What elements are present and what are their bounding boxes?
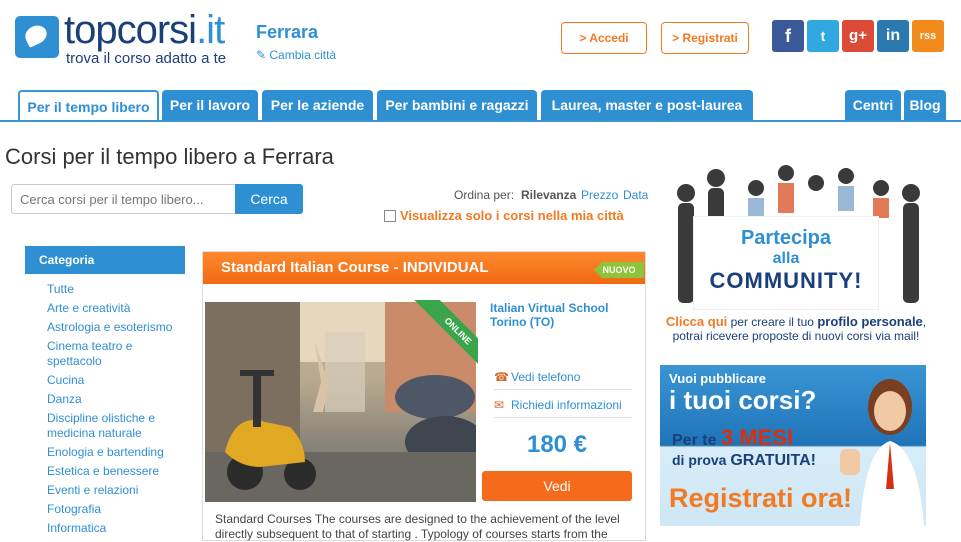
logo-icon[interactable] <box>15 16 59 58</box>
community-cta[interactable]: Clicca qui per creare il tuo profilo per… <box>656 314 936 344</box>
tab-underline <box>0 120 961 122</box>
tab-blog[interactable]: Blog <box>904 90 946 120</box>
category-item[interactable]: Cucina <box>47 373 187 388</box>
rss-icon[interactable]: rss <box>912 20 944 52</box>
course-title[interactable]: Standard Italian Course - INDIVIDUAL <box>203 252 645 284</box>
category-item[interactable]: Eventi e relazioni <box>47 483 187 498</box>
phone-icon: ☎ <box>494 370 509 384</box>
city-only-toggle[interactable]: Visualizza solo i corsi nella mia città <box>384 208 624 223</box>
online-label: ONLINE <box>412 300 478 370</box>
category-item[interactable]: Fotografia <box>47 502 187 517</box>
linkedin-icon[interactable]: in <box>877 20 909 52</box>
tab-tempo-libero[interactable]: Per il tempo libero <box>18 90 159 122</box>
facebook-icon[interactable]: f <box>772 20 804 52</box>
promo-line5: Registrati ora! <box>669 483 853 513</box>
category-item[interactable]: Danza <box>47 392 187 407</box>
mail-icon: ✉ <box>494 398 505 412</box>
category-item[interactable]: Cinema teatro e spettacolo <box>47 339 187 369</box>
info-label: Richiedi informazioni <box>511 398 622 412</box>
page-title: Corsi per il tempo libero a Ferrara <box>5 144 334 169</box>
current-city: Ferrara <box>256 22 319 42</box>
phone-link[interactable]: ☎ Vedi telefono <box>494 364 632 390</box>
category-item[interactable]: Discipline olistiche e medicina naturale <box>47 411 187 441</box>
promo-line4: di prova <box>672 452 727 468</box>
category-item[interactable]: Enologia e bartending <box>47 445 187 460</box>
logo-main-text: topcorsi <box>64 8 197 52</box>
category-item[interactable]: Astrologia e esoterismo <box>47 320 187 335</box>
promo-line2: i tuoi corsi? <box>669 385 817 415</box>
community-line2: alla <box>772 250 800 267</box>
community-line1: Partecipa <box>740 227 832 249</box>
site-logo[interactable]: topcorsi.it <box>64 8 225 53</box>
info-link[interactable]: ✉ Richiedi informazioni <box>494 392 632 418</box>
woman-thumbs-up-illustration <box>840 379 924 526</box>
promo-line1: Vuoi pubblicare <box>669 371 767 386</box>
promo-line4b: GRATUITA! <box>730 452 816 469</box>
community-line3: COMMUNITY! <box>709 268 863 293</box>
sort-date[interactable]: Data <box>623 188 648 202</box>
tab-bambini[interactable]: Per bambini e ragazzi <box>377 90 537 120</box>
category-item[interactable]: Arte e creatività <box>47 301 187 316</box>
login-button[interactable]: > Accedi <box>561 22 647 54</box>
checkbox[interactable] <box>384 210 396 222</box>
community-cta-text: per creare il tuo <box>730 315 814 329</box>
change-city-link[interactable]: ✎ Cambia città <box>256 48 336 62</box>
course-price: 180 € <box>526 431 588 458</box>
category-item[interactable]: Estetica e benessere <box>47 464 187 479</box>
city-only-label: Visualizza solo i corsi nella mia città <box>400 208 624 223</box>
register-button[interactable]: > Registrati <box>661 22 749 54</box>
twitter-icon[interactable]: t <box>807 20 839 52</box>
tab-aziende[interactable]: Per le aziende <box>262 90 373 120</box>
new-badge: NUOVO <box>594 262 644 278</box>
category-item[interactable]: Tutte <box>47 282 187 297</box>
google-plus-icon[interactable]: g+ <box>842 20 874 52</box>
promo-banner[interactable]: Vuoi pubblicare i tuoi corsi? Per te 3 M… <box>660 365 926 526</box>
category-item[interactable]: Informatica <box>47 521 187 536</box>
category-heading: Categoria <box>25 246 185 274</box>
community-cta-link[interactable]: Clicca qui <box>666 314 727 329</box>
search-button[interactable]: Cerca <box>235 184 303 214</box>
tab-lavoro[interactable]: Per il lavoro <box>162 90 258 120</box>
sort-label: Ordina per: <box>454 188 515 202</box>
school-name[interactable]: Italian Virtual School Torino (TO) <box>490 301 640 329</box>
change-city-label: Cambia città <box>269 48 337 62</box>
search-input[interactable] <box>11 184 236 214</box>
promo-line3: Per te <box>672 432 717 449</box>
community-cta-bold: profilo personale <box>817 314 923 329</box>
community-panel[interactable]: Partecipa alla COMMUNITY! <box>693 216 879 310</box>
category-list: Tutte Arte e creatività Astrologia e eso… <box>47 282 187 540</box>
view-course-button[interactable]: Vedi <box>482 471 632 501</box>
logo-tagline: trova il corso adatto a te <box>66 50 227 67</box>
sort-relevance[interactable]: Rilevanza <box>521 188 576 202</box>
sort-price[interactable]: Prezzo <box>581 188 618 202</box>
school-label: Italian Virtual School <box>490 301 609 315</box>
edit-icon: ✎ <box>256 48 270 62</box>
promo-line3b: 3 MESI <box>720 425 794 450</box>
tab-centri[interactable]: Centri <box>845 90 901 120</box>
online-ribbon: ONLINE <box>408 300 478 370</box>
phone-label: Vedi telefono <box>511 370 581 384</box>
community-cta-text2: potrai ricevere proposte di nuovi corsi … <box>672 329 920 343</box>
tab-laurea[interactable]: Laurea, master e post-laurea <box>541 90 753 120</box>
logo-suffix: .it <box>196 8 225 52</box>
school-location: Torino (TO) <box>490 315 555 329</box>
